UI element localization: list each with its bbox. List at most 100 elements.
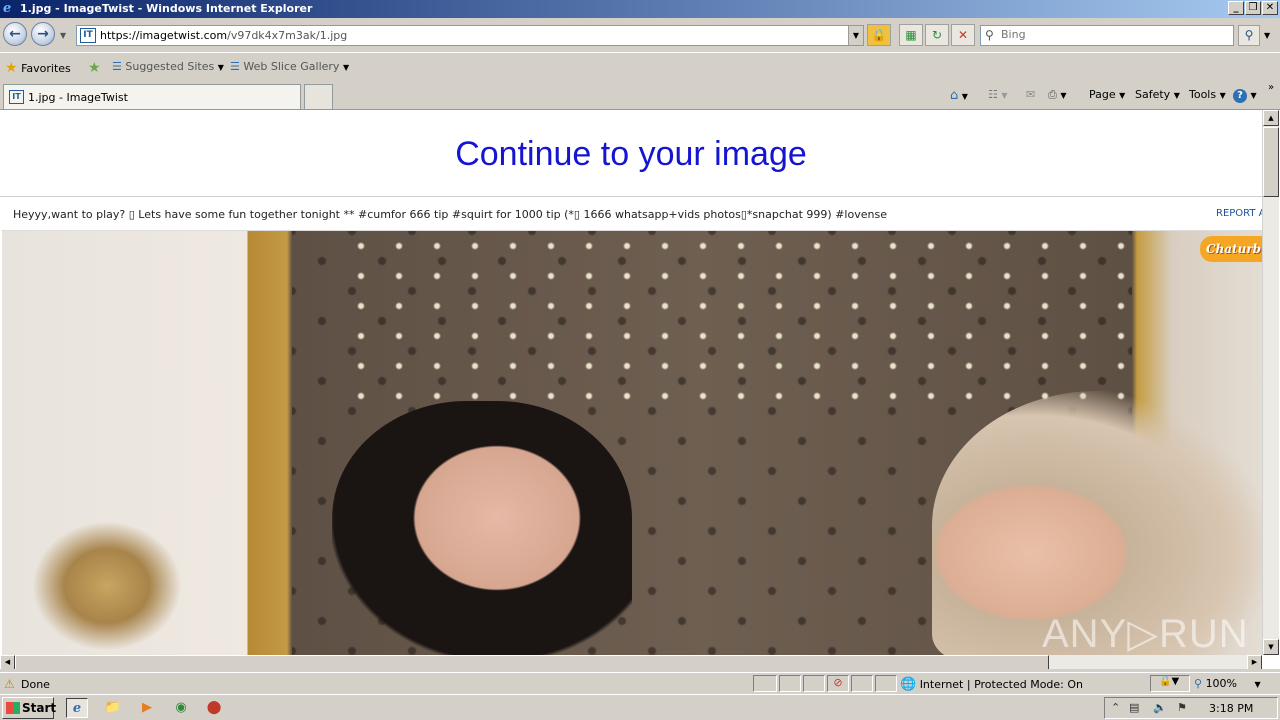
safety-menu-label: Safety xyxy=(1135,88,1171,101)
main-image[interactable]: Chaturb ANY▷RUN xyxy=(2,231,1262,655)
forward-button[interactable]: → xyxy=(31,22,55,46)
page-menu-label: Page xyxy=(1089,88,1116,101)
action-center-flag-icon[interactable]: ⚑ xyxy=(1177,701,1187,714)
network-icon[interactable]: ▤ xyxy=(1129,701,1139,714)
zoom-icon: ⚲ xyxy=(1194,677,1203,690)
search-options-dropdown-icon[interactable]: ▼ xyxy=(1264,31,1270,40)
chevron-down-icon: ▼ xyxy=(961,92,968,101)
status-segment xyxy=(851,675,873,692)
tools-menu-label: Tools xyxy=(1189,88,1217,101)
address-bar[interactable]: IT https://imagetwist.com/v97dk4x7m3ak/1… xyxy=(76,25,864,46)
page-viewport: Continue to your image Heyyy,want to pla… xyxy=(0,109,1280,669)
suggested-sites-link[interactable]: ☰ Suggested Sites ▼ xyxy=(112,60,224,73)
web-slice-gallery-label: Web Slice Gallery xyxy=(243,60,340,73)
minimize-button[interactable]: _ xyxy=(1228,1,1244,15)
favorites-bar: ★ Favorites ★ ☰ Suggested Sites ▼ ☰ Web … xyxy=(0,52,1280,82)
tab-bar: IT 1.jpg - ImageTwist ⌂ ▼ ☷ ▼ ✉ ⎙ ▼ Page… xyxy=(0,82,1280,109)
bing-search-icon: ⚲ xyxy=(985,28,994,42)
chevron-down-icon: ▼ xyxy=(1173,91,1180,100)
security-zone-label: Internet | Protected Mode: On xyxy=(919,678,1084,691)
start-button[interactable]: Start xyxy=(2,697,56,719)
tray-expand-icon[interactable]: ⌃ xyxy=(1111,701,1120,714)
suggested-sites-label: Suggested Sites xyxy=(125,60,215,73)
tab-label: 1.jpg - ImageTwist xyxy=(28,91,128,104)
address-dropdown-icon[interactable]: ▼ xyxy=(848,26,863,45)
taskbar-chrome-icon[interactable]: ◉ xyxy=(170,698,192,718)
page-menu[interactable]: Page ▼ xyxy=(1089,88,1125,101)
search-input[interactable] xyxy=(1001,28,1211,41)
decorative-figure xyxy=(32,521,182,651)
refresh-icon: ↻ xyxy=(931,28,943,42)
toolbar-overflow-chevron-icon[interactable]: » xyxy=(1268,82,1274,93)
chevron-down-icon: ▼ xyxy=(1060,91,1067,100)
printer-icon: ⎙ xyxy=(1048,88,1057,101)
close-button[interactable]: ✕ xyxy=(1262,1,1278,15)
status-segment xyxy=(779,675,801,692)
feeds-button[interactable]: ☷ ▼ xyxy=(988,88,1008,101)
clock[interactable]: 3:18 PM xyxy=(1209,702,1253,715)
popup-blocker-icon[interactable]: ⊘ xyxy=(827,675,849,692)
web-slice-gallery-link[interactable]: ☰ Web Slice Gallery ▼ xyxy=(230,60,349,73)
image-caption-text: Heyyy,want to play? ▯ Lets have some fun… xyxy=(13,208,887,221)
home-button[interactable]: ⌂ ▼ xyxy=(950,88,968,103)
forward-arrow-icon: → xyxy=(37,26,49,42)
tab-active[interactable]: IT 1.jpg - ImageTwist xyxy=(3,84,301,109)
scroll-right-icon[interactable]: ▶ xyxy=(1247,655,1262,669)
chevron-down-icon: ▼ xyxy=(1001,91,1008,100)
search-go-button[interactable]: ⚲ xyxy=(1238,25,1260,46)
continue-to-image-link[interactable]: Continue to your image xyxy=(0,135,1262,174)
security-lock-button[interactable]: 🔒 xyxy=(867,24,891,46)
help-icon: ? xyxy=(1233,89,1247,103)
stop-button[interactable]: ✕ xyxy=(951,24,975,46)
favorites-star-icon: ★ xyxy=(5,60,18,76)
back-button[interactable]: ← xyxy=(3,22,27,46)
vertical-scroll-thumb[interactable] xyxy=(1263,127,1279,197)
help-button[interactable]: ? ▼ xyxy=(1233,88,1257,103)
scroll-down-icon[interactable]: ▼ xyxy=(1263,639,1279,655)
horizontal-scroll-thumb[interactable] xyxy=(15,655,1049,669)
status-text: Done xyxy=(21,678,50,691)
back-arrow-icon: ← xyxy=(9,26,21,42)
horizontal-scrollbar[interactable]: ◀ ▶ xyxy=(0,655,1262,669)
taskbar-explorer-folder-icon[interactable]: 📁 xyxy=(102,698,124,718)
address-toolbar: ← → ▼ IT https://imagetwist.com/v97dk4x7… xyxy=(0,18,1280,52)
search-box[interactable]: ⚲ xyxy=(980,25,1234,46)
favorites-button[interactable]: ★ Favorites xyxy=(5,60,71,76)
status-segment xyxy=(875,675,897,692)
zoom-level-button[interactable]: ⚲ 100% ▼ xyxy=(1194,677,1261,690)
windows-taskbar: Start e 📁 ▶ ◉ ⬤ ⌃ ▤ 🔈 ⚑ 3:18 PM xyxy=(0,694,1280,720)
maximize-button[interactable]: ❒ xyxy=(1245,1,1261,15)
report-abuse-link[interactable]: REPORT A xyxy=(1216,208,1266,219)
scroll-left-icon[interactable]: ◀ xyxy=(0,655,15,669)
safety-menu[interactable]: Safety ▼ xyxy=(1135,88,1180,101)
add-to-favorites-bar-button[interactable]: ★ xyxy=(88,60,101,76)
new-tab-button[interactable] xyxy=(304,84,333,109)
system-tray: ⌃ ▤ 🔈 ⚑ 3:18 PM xyxy=(1104,697,1278,719)
compatibility-view-button[interactable]: ▦ xyxy=(899,24,923,46)
lock-icon: 🔒 xyxy=(871,28,887,42)
security-zone[interactable]: 🌐 Internet | Protected Mode: On xyxy=(900,677,1083,692)
window-title-bar[interactable]: e 1.jpg - ImageTwist - Windows Internet … xyxy=(0,0,1280,18)
globe-icon: 🌐 xyxy=(900,677,917,692)
anyrun-watermark: ANY▷RUN xyxy=(1042,612,1249,655)
vertical-scrollbar[interactable]: ▲ ▼ xyxy=(1262,110,1279,655)
url-path: /v97dk4x7m3ak/1.jpg xyxy=(227,29,348,42)
chevron-down-icon: ▼ xyxy=(1254,680,1261,689)
internet-explorer-icon: e xyxy=(3,1,12,16)
scroll-up-icon[interactable]: ▲ xyxy=(1263,110,1279,126)
volume-icon[interactable]: 🔈 xyxy=(1153,701,1167,714)
address-url[interactable]: https://imagetwist.com/v97dk4x7m3ak/1.jp… xyxy=(100,29,347,42)
page-header: Continue to your image xyxy=(0,110,1262,197)
refresh-button[interactable]: ↻ xyxy=(925,24,949,46)
tools-menu[interactable]: Tools ▼ xyxy=(1189,88,1226,101)
taskbar-media-player-icon[interactable]: ▶ xyxy=(136,698,158,718)
recent-pages-dropdown-icon[interactable]: ▼ xyxy=(60,31,66,40)
taskbar-stop-app-icon[interactable]: ⬤ xyxy=(203,698,225,718)
window-title: 1.jpg - ImageTwist - Windows Internet Ex… xyxy=(20,2,313,15)
read-mail-button[interactable]: ✉ xyxy=(1026,88,1035,101)
print-button[interactable]: ⎙ ▼ xyxy=(1048,88,1066,102)
ie-page-icon: ☰ xyxy=(112,60,122,73)
taskbar-internet-explorer-icon[interactable]: e xyxy=(66,698,88,718)
protected-mode-lock-icon[interactable]: 🔒▼ xyxy=(1150,675,1190,692)
status-segment xyxy=(753,675,777,692)
